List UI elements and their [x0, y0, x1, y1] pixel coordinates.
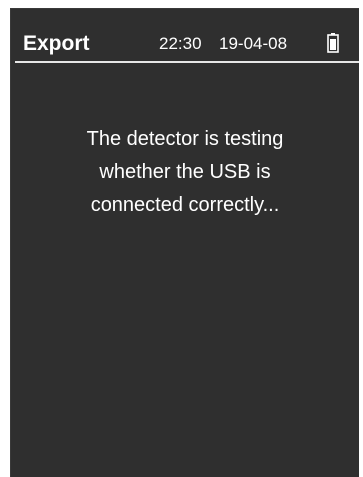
page-title: Export: [23, 32, 90, 55]
device-screen: Export 22:30 19-04-08 The detector is te…: [10, 8, 359, 477]
status-message-line: connected correctly...: [90, 194, 280, 216]
status-bar: Export 22:30 19-04-08: [11, 9, 359, 59]
clock-date: 19-04-08: [219, 34, 288, 53]
clock-time: 22:30: [159, 34, 202, 53]
battery-icon: [327, 33, 339, 53]
status-message: The detector is testing whether the USB …: [35, 123, 335, 222]
status-message-line: The detector is testing: [86, 128, 284, 150]
status-message-line: whether the USB is: [99, 161, 271, 183]
header-divider: [15, 61, 359, 63]
